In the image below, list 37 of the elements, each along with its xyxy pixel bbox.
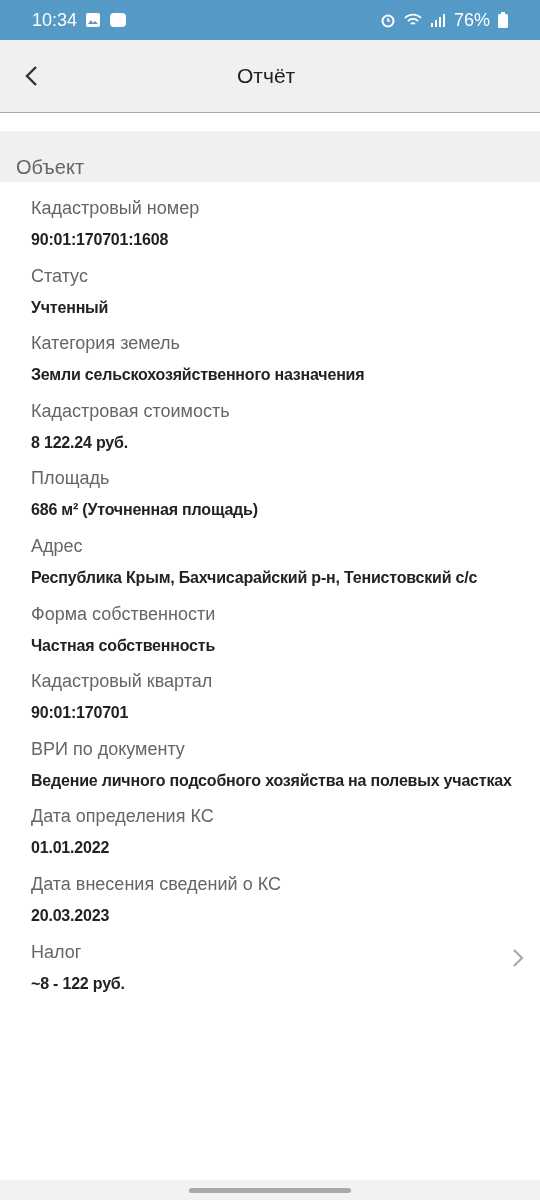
field-value: 90:01:170701 (31, 703, 130, 724)
field-value: Земли сельскохозяйственного назначения (31, 365, 366, 386)
field-value: Частная собственность (31, 635, 217, 656)
field-label: ВРИ по документу (31, 738, 186, 760)
field-label: Кадастровый номер (31, 198, 201, 219)
field-value: ~8 - 122 руб. (31, 973, 126, 994)
field-label: Дата определения КС (31, 806, 215, 828)
wifi-icon (403, 12, 422, 28)
field-value: Учтенный (31, 297, 110, 318)
alarm-icon (379, 12, 396, 28)
field-label: Форма собственности (31, 603, 217, 625)
back-icon[interactable] (24, 65, 38, 87)
home-indicator[interactable] (189, 1187, 351, 1193)
field-value: 90:01:170701:1608 (31, 230, 170, 250)
field-label: Кадастровая стоимость (31, 400, 231, 422)
field-value: 8 122.24 руб. (31, 432, 129, 453)
field-label: Адрес (31, 535, 84, 557)
clock-time: 10:34 (32, 9, 78, 31)
field-label: Кадастровый квартал (31, 671, 214, 693)
field-value: Ведение личного подсобного хозяйства на полевых участках (31, 770, 513, 791)
battery-icon (498, 12, 508, 28)
field-value: 686 м² (Уточненная площадь) (31, 500, 259, 521)
section-title: Объект (16, 156, 85, 179)
field-value: 20.03.2023 (31, 905, 111, 926)
field-label: Налог (31, 941, 83, 963)
chevron-icon[interactable] (512, 947, 524, 968)
field-label: Статус (31, 265, 89, 287)
screen-title: Отчёт (237, 64, 296, 88)
field-value: 01.01.2022 (31, 838, 111, 859)
field-value: Республика Крым, Бахчисарайский р-н, Тенистовский с/с (31, 567, 479, 588)
field-label: Дата внесения сведений о КС (31, 873, 282, 895)
battery-level: 76% (453, 9, 490, 31)
signal-icon (429, 12, 446, 28)
field-label: Площадь (31, 468, 111, 490)
app-icon (109, 12, 128, 28)
image-icon (85, 12, 102, 28)
field-label: Категория земель (31, 333, 181, 355)
